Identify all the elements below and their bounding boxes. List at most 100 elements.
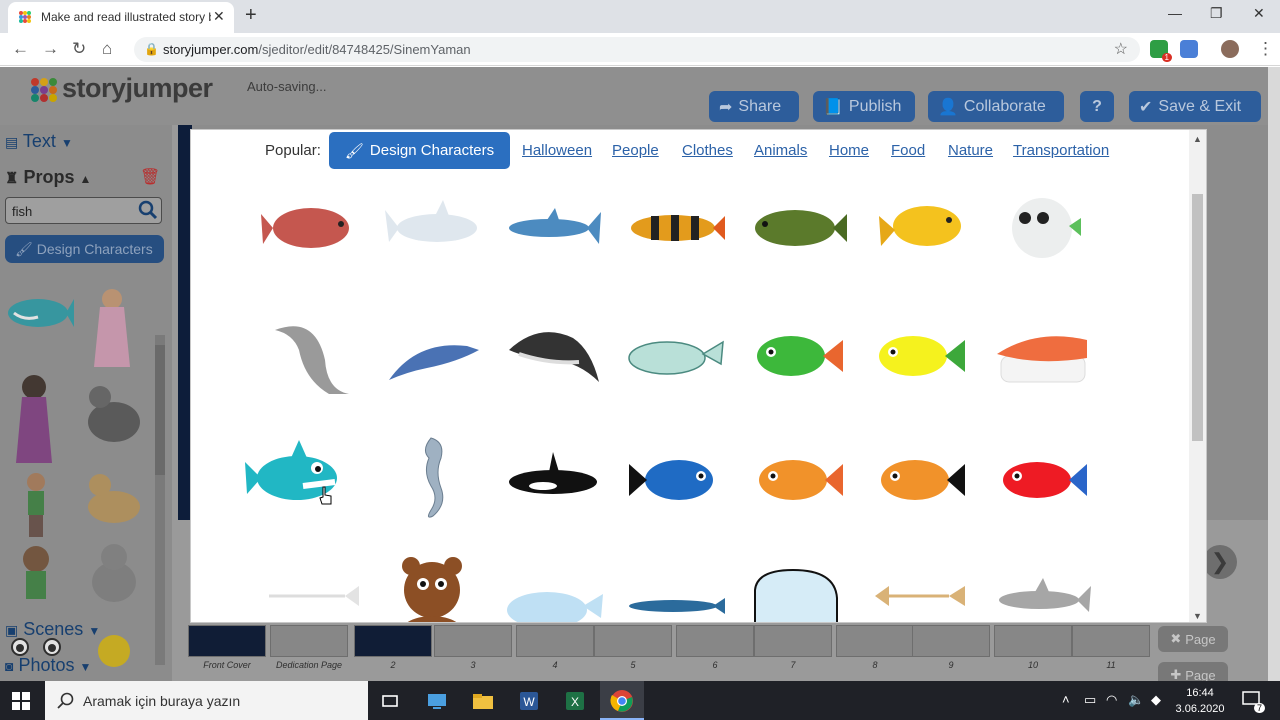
translate-extension-icon[interactable] xyxy=(1180,40,1198,58)
menu-kebab-icon[interactable]: ⋮ xyxy=(1257,39,1274,59)
trash-icon[interactable]: 🗑 xyxy=(140,167,160,187)
system-clock[interactable]: 16:44 3.06.2020 xyxy=(1168,685,1232,717)
help-button[interactable]: ? xyxy=(1080,91,1114,122)
scroll-up-icon[interactable]: ▲ xyxy=(1193,134,1202,144)
props-section-header[interactable]: ♜ Props ▲ xyxy=(5,167,91,188)
volume-icon[interactable]: 🔈 xyxy=(1128,692,1144,708)
taskbar-search-input[interactable]: Aramak için buraya yazın xyxy=(45,681,368,720)
chrome-taskbar-item[interactable] xyxy=(600,681,644,720)
prop-salmon-sushi[interactable] xyxy=(987,310,1097,400)
prop-green-spotted-fish[interactable] xyxy=(743,182,853,272)
delete-page-button[interactable]: ✖ Page xyxy=(1158,626,1228,652)
next-page-icon[interactable]: ❯ xyxy=(1203,545,1237,579)
excel-icon[interactable]: X xyxy=(562,688,588,714)
prop-green-cartoon-fish[interactable] xyxy=(743,310,853,400)
prop-light-blue-whale[interactable] xyxy=(499,550,609,623)
left-panel-scroll-thumb[interactable] xyxy=(155,345,165,475)
prop-striped-loach-fish[interactable] xyxy=(621,182,731,272)
prop-red-blue-fish[interactable] xyxy=(987,432,1097,522)
reload-icon[interactable]: ↻ xyxy=(72,39,86,59)
prop-yellow-cartoon-fish[interactable] xyxy=(865,310,975,400)
category-link-transportation[interactable]: Transportation xyxy=(1013,142,1109,159)
search-input[interactable]: fish xyxy=(5,197,162,224)
prop-fish-skeleton[interactable] xyxy=(255,550,365,623)
profile-avatar[interactable] xyxy=(1221,40,1239,58)
prop-orange-cartoon-fish[interactable] xyxy=(743,432,853,522)
prop-thumbnails[interactable] xyxy=(4,277,154,673)
design-characters-button[interactable]: 🖌 Design Characters xyxy=(329,132,510,169)
prop-white-shark[interactable] xyxy=(377,182,487,272)
page-thumb-front-cover[interactable] xyxy=(188,625,266,657)
prop-teal-whale[interactable] xyxy=(621,310,731,400)
browser-tab[interactable]: Make and read illustrated story b ✕ xyxy=(8,2,234,33)
address-bar[interactable]: 🔒 storyjumper.com/sjeditor/edit/84748425… xyxy=(134,37,1140,62)
bookmark-star-icon[interactable]: ☆ xyxy=(1114,39,1128,59)
prop-blue-dolphin[interactable] xyxy=(377,310,487,400)
modal-scrollbar[interactable]: ▲ ▼ xyxy=(1189,130,1206,622)
tab-close-icon[interactable]: ✕ xyxy=(213,8,225,25)
chevron-up-icon[interactable]: ˄ xyxy=(1062,692,1070,707)
prop-blue-whale[interactable] xyxy=(621,550,731,623)
collaborate-button[interactable]: 👤 Collaborate xyxy=(928,91,1064,122)
battery-icon[interactable]: ▭ xyxy=(1084,692,1096,708)
minimize-icon[interactable]: — xyxy=(1168,5,1182,21)
dropbox-icon[interactable]: ◆ xyxy=(1151,692,1161,708)
prop-dark-dolphin[interactable] xyxy=(499,310,609,400)
scenes-section-header[interactable]: ▣ Scenes ▼ xyxy=(5,619,100,640)
wifi-icon[interactable]: ◠ xyxy=(1106,692,1117,708)
photos-section-header[interactable]: ◙ Photos ▼ xyxy=(5,655,91,676)
prop-yellow-fish[interactable] xyxy=(865,182,975,272)
window-close-icon[interactable]: ✕ xyxy=(1253,5,1265,22)
new-tab-icon[interactable]: + xyxy=(245,4,257,27)
windows-start-icon[interactable] xyxy=(12,692,30,710)
prop-bear-with-fish[interactable] xyxy=(377,550,487,623)
category-link-clothes[interactable]: Clothes xyxy=(682,142,733,159)
page-thumb-7[interactable] xyxy=(754,625,832,657)
prop-orange-black-fish[interactable] xyxy=(865,432,975,522)
category-link-animals[interactable]: Animals xyxy=(754,142,807,159)
desktop-app-icon[interactable] xyxy=(424,688,450,714)
page-thumb-10[interactable] xyxy=(994,625,1072,657)
modal-scroll-thumb[interactable] xyxy=(1192,194,1203,441)
page-thumb-2[interactable] xyxy=(354,625,432,657)
notification-center-icon[interactable]: 7 xyxy=(1241,689,1265,713)
back-icon[interactable]: ← xyxy=(12,39,29,59)
scroll-down-icon[interactable]: ▼ xyxy=(1193,611,1202,621)
page-thumb-9[interactable] xyxy=(912,625,990,657)
search-icon[interactable] xyxy=(138,200,158,220)
category-link-people[interactable]: People xyxy=(612,142,659,159)
page-thumb-4[interactable] xyxy=(516,625,594,657)
category-link-nature[interactable]: Nature xyxy=(948,142,993,159)
page-scrollbar[interactable] xyxy=(1268,67,1280,681)
word-icon[interactable]: W xyxy=(516,688,542,714)
extension-shield-icon[interactable]: 1 xyxy=(1150,40,1172,62)
storyjumper-logo[interactable]: storyjumper xyxy=(30,73,215,105)
prop-seahorse[interactable] xyxy=(377,432,487,522)
home-icon[interactable]: ⌂ xyxy=(102,39,112,59)
publish-button[interactable]: 📘 Publish xyxy=(813,91,915,122)
text-section-header[interactable]: ▤ Text ▼ xyxy=(5,131,73,152)
page-thumb-5[interactable] xyxy=(594,625,672,657)
prop-fish-bone[interactable] xyxy=(865,550,975,623)
file-explorer-icon[interactable] xyxy=(470,688,496,714)
prop-red-fish[interactable] xyxy=(255,182,365,272)
prop-cartoon-whale[interactable] xyxy=(743,550,853,623)
prop-cartoon-shark[interactable] xyxy=(241,432,351,522)
page-thumb-8[interactable] xyxy=(836,625,914,657)
forward-icon[interactable]: → xyxy=(42,39,59,59)
category-link-halloween[interactable]: Halloween xyxy=(522,142,592,159)
share-button[interactable]: ➦ Share xyxy=(709,91,799,122)
prop-gray-shark[interactable] xyxy=(987,550,1097,623)
page-thumb-6[interactable] xyxy=(676,625,754,657)
prop-blue-cartoon-fish[interactable] xyxy=(621,432,731,522)
task-view-icon[interactable] xyxy=(377,688,403,714)
save-exit-button[interactable]: ✔ Save & Exit xyxy=(1129,91,1261,122)
page-thumb-3[interactable] xyxy=(434,625,512,657)
category-link-home[interactable]: Home xyxy=(829,142,869,159)
prop-blue-shark[interactable] xyxy=(499,182,609,272)
category-link-food[interactable]: Food xyxy=(891,142,925,159)
prop-orca[interactable] xyxy=(499,432,609,522)
design-characters-side-button[interactable]: 🖌 Design Characters xyxy=(5,235,164,263)
page-thumb-11[interactable] xyxy=(1072,625,1150,657)
page-thumb-dedication[interactable] xyxy=(270,625,348,657)
